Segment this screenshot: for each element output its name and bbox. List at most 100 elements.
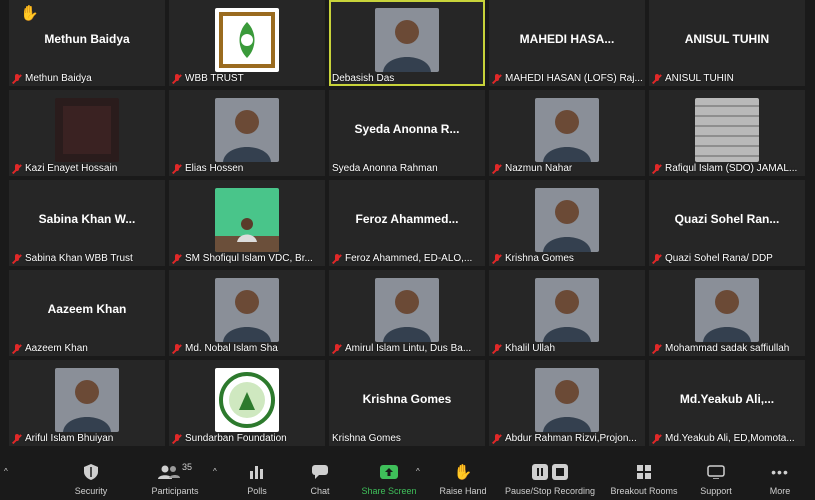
share-screen-label: Share Screen: [361, 486, 417, 496]
participant-video: [215, 8, 279, 72]
support-label: Support: [700, 486, 732, 496]
muted-mic-icon: [12, 343, 22, 354]
participant-name-label: WBB TRUST: [172, 73, 244, 84]
participant-name: Ariful Islam Bhuiyan: [25, 433, 114, 444]
muted-mic-icon: [492, 343, 502, 354]
participant-name-label: Rafiqul Islam (SDO) JAMAL...: [652, 163, 797, 174]
support-icon: [707, 462, 725, 482]
participant-name: Khalil Ullah: [505, 343, 556, 354]
participant-name-label: Kazi Enayet Hossain: [12, 163, 117, 174]
participant-name: Elias Hossen: [185, 163, 244, 174]
share-chevron-icon[interactable]: ^: [416, 467, 420, 476]
participant-count: 35: [181, 462, 192, 472]
participant-name: Md.Yeakub Ali, ED,Momota...: [665, 433, 795, 444]
participant-name: Nazmun Nahar: [505, 163, 573, 174]
participant-name-label: Sundarban Foundation: [172, 433, 287, 444]
breakout-label: Breakout Rooms: [610, 486, 678, 496]
participant-tile[interactable]: MAHEDI HASA... MAHEDI HASAN (LOFS) Raj...: [489, 0, 645, 86]
more-label: More: [769, 486, 791, 496]
participant-display-name: MAHEDI HASA...: [519, 32, 615, 46]
chat-label: Chat: [310, 486, 330, 496]
participant-name-label: Krishna Gomes: [332, 433, 401, 444]
record-button[interactable]: Pause/Stop Recording: [502, 455, 598, 500]
participant-name-label: Aazeem Khan: [12, 343, 88, 354]
people-icon: 35: [157, 462, 192, 482]
muted-mic-icon: [12, 73, 22, 84]
participant-name: Methun Baidya: [25, 73, 92, 84]
muted-mic-icon: [492, 433, 502, 444]
participant-tile[interactable]: Syeda Anonna R... Syeda Anonna Rahman: [329, 90, 485, 176]
participant-name: Sundarban Foundation: [185, 433, 287, 444]
muted-mic-icon: [172, 343, 182, 354]
support-button[interactable]: Support: [696, 455, 736, 500]
share-screen-icon: [380, 462, 398, 482]
participant-tile[interactable]: Abdur Rahman Rizvi,Projon...: [489, 360, 645, 446]
participant-tile[interactable]: SM Shofiqul Islam VDC, Br...: [169, 180, 325, 266]
participant-name-label: Md. Nobal Islam Sha: [172, 343, 278, 354]
participant-tile[interactable]: Sundarban Foundation: [169, 360, 325, 446]
more-button[interactable]: ••• More: [764, 455, 796, 500]
participant-display-name: Quazi Sohel Ran...: [674, 212, 780, 226]
participant-tile[interactable]: Md. Nobal Islam Sha: [169, 270, 325, 356]
participant-tile[interactable]: Quazi Sohel Ran... Quazi Sohel Rana/ DDP: [649, 180, 805, 266]
polls-label: Polls: [247, 486, 267, 496]
participant-display-name: Aazeem Khan: [47, 302, 127, 316]
security-button[interactable]: Security: [70, 455, 112, 500]
participant-tile[interactable]: Krishna Gomes: [489, 180, 645, 266]
grid-icon: [637, 462, 651, 482]
participant-tile[interactable]: ANISUL TUHIN ANISUL TUHIN: [649, 0, 805, 86]
participant-name: Mohammad sadak saffiullah: [665, 343, 790, 354]
share-screen-button[interactable]: Share Screen: [360, 455, 418, 500]
participant-tile[interactable]: WBB TRUST: [169, 0, 325, 86]
pause-stop-icon: [532, 462, 568, 482]
participant-name: SM Shofiqul Islam VDC, Br...: [185, 253, 313, 264]
polls-button[interactable]: Polls: [240, 455, 274, 500]
muted-mic-icon: [652, 433, 662, 444]
participant-tile[interactable]: Elias Hossen: [169, 90, 325, 176]
shield-icon: [84, 462, 98, 482]
participant-display-name: Md.Yeakub Ali,...: [679, 392, 775, 406]
participant-name-label: Feroz Ahammed, ED-ALO,...: [332, 253, 472, 264]
muted-mic-icon: [332, 253, 342, 264]
chevron-up-icon[interactable]: ^: [4, 467, 8, 476]
security-label: Security: [74, 486, 108, 496]
participant-tile[interactable]: Md.Yeakub Ali,... Md.Yeakub Ali, ED,Momot…: [649, 360, 805, 446]
participant-name: Krishna Gomes: [505, 253, 574, 264]
participant-name: ANISUL TUHIN: [665, 73, 734, 84]
participants-button[interactable]: 35 Participants: [146, 455, 204, 500]
participant-name-label: Quazi Sohel Rana/ DDP: [652, 253, 773, 264]
participant-tile[interactable]: Khalil Ullah: [489, 270, 645, 356]
breakout-rooms-button[interactable]: Breakout Rooms: [608, 455, 680, 500]
participant-name: Feroz Ahammed, ED-ALO,...: [345, 253, 473, 264]
participant-tile[interactable]: Ariful Islam Bhuiyan: [9, 360, 165, 446]
participant-tile[interactable]: Nazmun Nahar: [489, 90, 645, 176]
participant-video: [215, 368, 279, 432]
chat-button[interactable]: Chat: [304, 455, 336, 500]
muted-mic-icon: [492, 73, 502, 84]
raise-hand-button[interactable]: ✋ Raise Hand: [438, 455, 488, 500]
more-dots-icon: •••: [771, 464, 789, 480]
participant-tile[interactable]: Feroz Ahammed... Feroz Ahammed, ED-ALO,..…: [329, 180, 485, 266]
participant-name-label: Md.Yeakub Ali, ED,Momota...: [652, 433, 795, 444]
participant-tile[interactable]: Debasish Das: [329, 0, 485, 86]
muted-mic-icon: [172, 433, 182, 444]
participants-chevron-icon[interactable]: ^: [213, 467, 217, 476]
participant-video: [535, 368, 599, 432]
participant-video: [375, 8, 439, 72]
muted-mic-icon: [652, 73, 662, 84]
muted-mic-icon: [652, 253, 662, 264]
participant-tile[interactable]: Rafiqul Islam (SDO) JAMAL...: [649, 90, 805, 176]
participant-name: Syeda Anonna Rahman: [332, 163, 438, 174]
participant-tile[interactable]: Krishna Gomes Krishna Gomes: [329, 360, 485, 446]
participant-name-label: Mohammad sadak saffiullah: [652, 343, 789, 354]
participant-video: [375, 278, 439, 342]
participant-tile[interactable]: Mohammad sadak saffiullah: [649, 270, 805, 356]
participant-name: WBB TRUST: [185, 73, 244, 84]
participant-tile[interactable]: Kazi Enayet Hossain: [9, 90, 165, 176]
participant-tile[interactable]: Sabina Khan W... Sabina Khan WBB Trust: [9, 180, 165, 266]
participant-display-name: Feroz Ahammed...: [355, 212, 459, 226]
participant-tile[interactable]: Amirul Islam Lintu, Dus Ba...: [329, 270, 485, 356]
meeting-toolbar: ^ Security 35 Participants ^ Polls Chat …: [0, 455, 815, 500]
participant-display-name: Methun Baidya: [44, 32, 130, 46]
participant-tile[interactable]: Aazeem Khan Aazeem Khan: [9, 270, 165, 356]
